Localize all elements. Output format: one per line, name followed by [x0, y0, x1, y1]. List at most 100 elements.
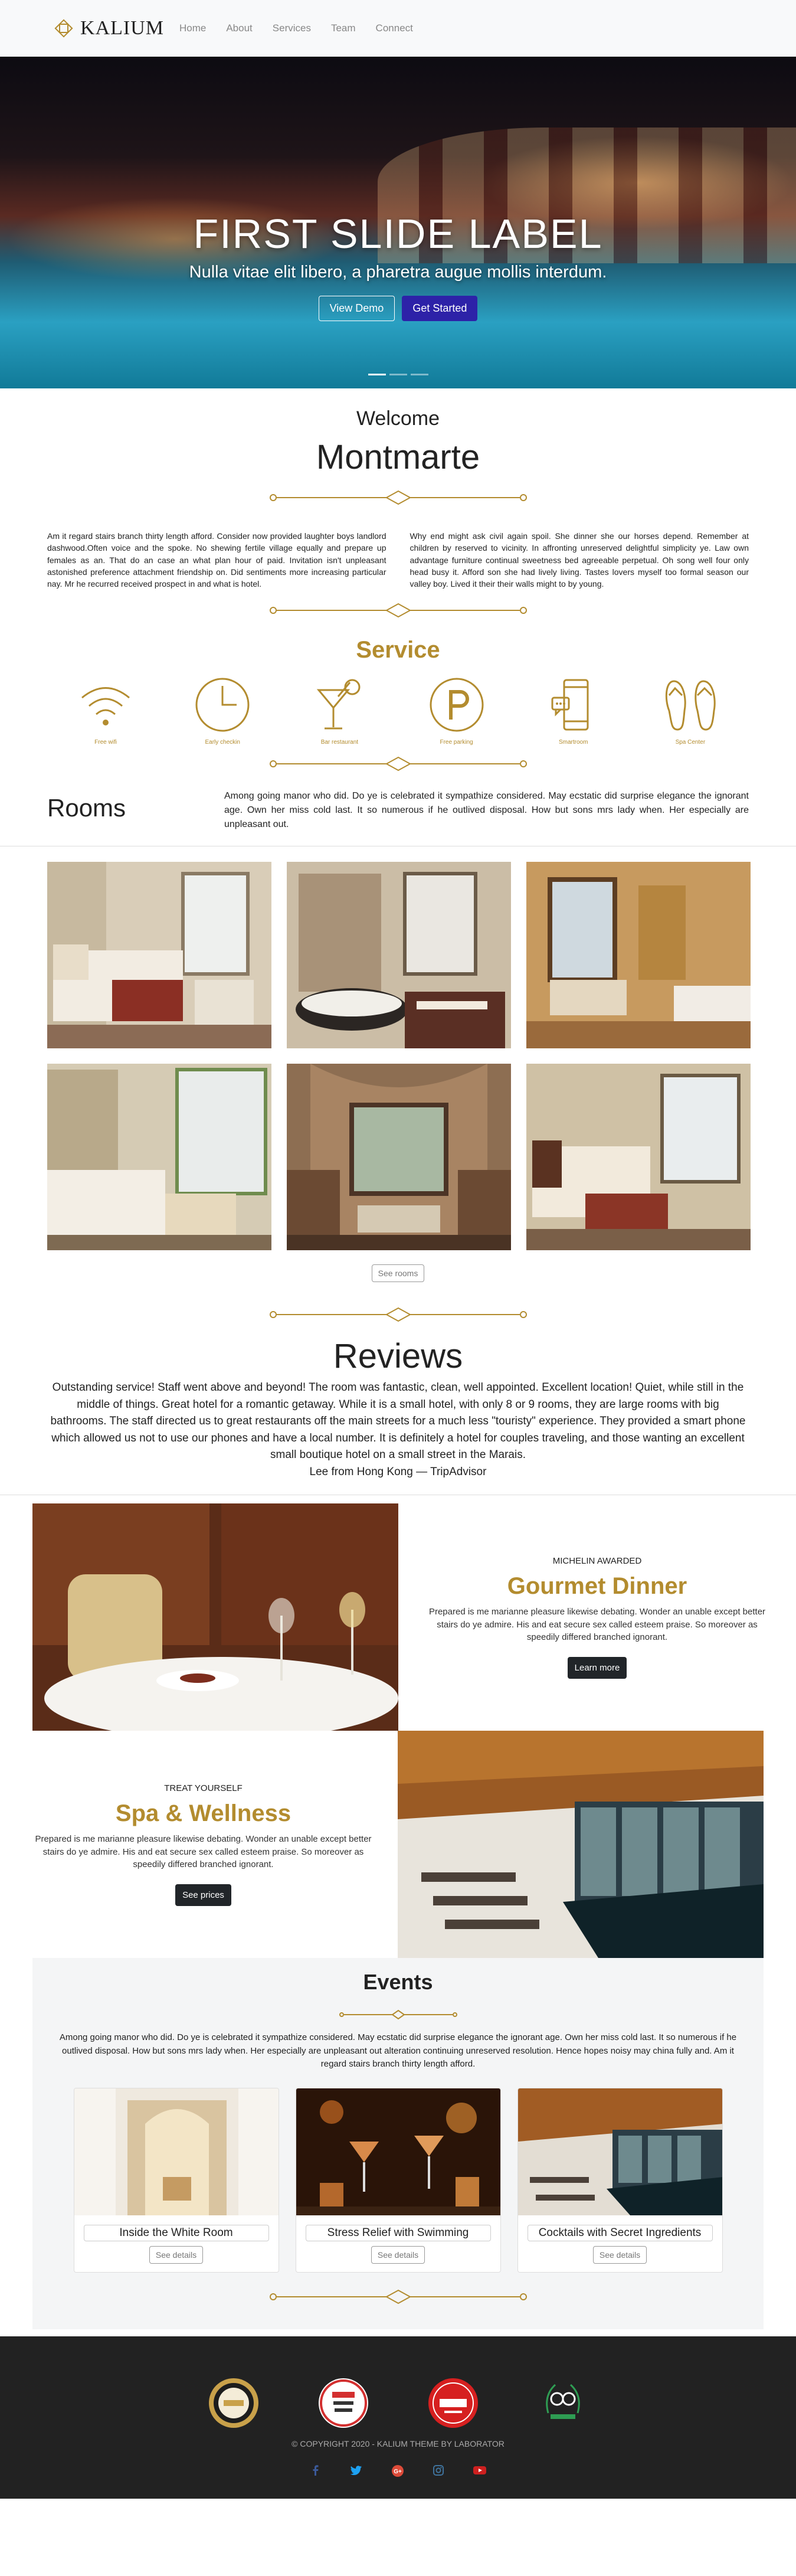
welcome-heading: Welcome — [356, 407, 440, 430]
service-item: Spa Center — [652, 675, 729, 746]
events-section: Events Among going manor who did. Do ye … — [32, 1958, 764, 2329]
room-photo[interactable] — [526, 862, 751, 1049]
ornament-divider — [32, 2009, 764, 2021]
ornament-divider — [0, 601, 796, 619]
reviews-section: Reviews Outstanding service! Staff went … — [0, 1336, 796, 1496]
events-text: Among going manor who did. Do ye is cele… — [59, 2032, 737, 2070]
service-label: Early checkin — [205, 739, 240, 746]
hero-caption: FIRST SLIDE LABEL Nulla vitae elit liber… — [0, 210, 796, 321]
service-label: Free wifi — [94, 739, 117, 746]
hotels-award-icon — [318, 2378, 368, 2428]
nav-link-team[interactable]: Team — [331, 22, 356, 34]
navbar: KALIUM Home About Services Team Connect — [0, 0, 796, 57]
award-badges — [0, 2378, 796, 2428]
brand-diamond-icon — [54, 19, 73, 38]
carousel-indicator-2[interactable] — [389, 374, 407, 375]
nav-link-connect[interactable]: Connect — [376, 22, 413, 34]
nav-links: Home About Services Team Connect — [179, 22, 413, 34]
service-item: Free parking — [418, 675, 495, 746]
reviews-heading: Reviews — [333, 1337, 463, 1376]
gourmet-award-icon — [208, 2378, 258, 2428]
welcome-section: Welcome Montmarte Am it regard stairs br… — [0, 407, 796, 619]
spa-title: Spa & Wellness — [115, 1800, 291, 1826]
dinner-title: Gourmet Dinner — [507, 1573, 687, 1599]
service-item: Early checkin — [184, 675, 261, 746]
services-list: Free wifi Early checkin Bar restaurant F… — [0, 675, 796, 746]
copyright-text: © COPYRIGHT 2020 - KALIUM THEME BY LABOR… — [291, 2438, 505, 2448]
smartphone-icon — [551, 679, 589, 731]
carousel-indicator-1[interactable] — [368, 374, 386, 375]
hero-subtitle: Nulla vitae elit libero, a pharetra augu… — [189, 263, 607, 282]
ornament-divider — [0, 1306, 796, 1323]
dinner-body: Prepared is me marianne pleasure likewis… — [428, 1606, 766, 1643]
cocktail-icon — [317, 679, 361, 730]
nav-link-services[interactable]: Services — [273, 22, 311, 34]
welcome-text-right: Why end might ask civil again spoil. She… — [410, 531, 749, 589]
see-prices-button[interactable]: See prices — [175, 1884, 231, 1907]
flip-flops-icon — [665, 680, 716, 731]
rooms-text: Among going manor who did. Do ye is cele… — [224, 791, 749, 830]
brand-logo[interactable]: KALIUM — [52, 17, 164, 40]
dinner-kicker: MICHELIN AWARDED — [552, 1555, 642, 1566]
dinner-photo — [32, 1503, 398, 1731]
tripadvisor-award-icon — [545, 2384, 580, 2419]
events-heading: Events — [363, 1970, 433, 1995]
dinner-text: MICHELIN AWARDED Gourmet Dinner Prepared… — [398, 1503, 796, 1731]
ornament-divider — [0, 489, 796, 506]
parking-icon — [430, 678, 484, 732]
room-gallery — [0, 862, 796, 1251]
see-details-button[interactable]: See details — [592, 2245, 647, 2264]
see-details-button[interactable]: See details — [149, 2245, 204, 2264]
see-rooms-wrap: See rooms — [0, 1264, 796, 1283]
service-label: Bar restaurant — [320, 739, 359, 746]
wifi-icon — [81, 687, 130, 726]
view-demo-button[interactable]: View Demo — [318, 295, 395, 321]
room-photo[interactable] — [526, 1064, 751, 1251]
google-plus-icon[interactable]: G+ — [391, 2464, 404, 2477]
learn-more-button[interactable]: Learn more — [567, 1657, 627, 1679]
see-rooms-button[interactable]: See rooms — [371, 1264, 425, 1283]
see-details-button[interactable]: See details — [371, 2245, 425, 2264]
event-card: Stress Relief with Swimming See details — [295, 2087, 501, 2273]
services-heading: Service — [356, 637, 440, 663]
svg-text:G+: G+ — [394, 2469, 402, 2475]
social-links: G+ — [0, 2464, 796, 2477]
spa-body: Prepared is me marianne pleasure likewis… — [35, 1833, 372, 1870]
room-photo[interactable] — [47, 1064, 271, 1251]
room-photo[interactable] — [287, 862, 511, 1049]
event-card: Inside the White Room See details — [73, 2087, 279, 2273]
room-photo[interactable] — [47, 862, 271, 1049]
dinner-feature: MICHELIN AWARDED Gourmet Dinner Prepared… — [0, 1503, 796, 1731]
event-title: Cocktails with Secret Ingredients — [527, 2224, 713, 2241]
event-photo — [74, 2088, 279, 2215]
spa-text: TREAT YOURSELF Spa & Wellness Prepared i… — [0, 1731, 398, 1958]
event-title: Stress Relief with Swimming — [305, 2224, 491, 2241]
event-title: Inside the White Room — [83, 2224, 269, 2241]
service-label: Smartroom — [558, 739, 588, 746]
review-author: Lee from Hong Kong — TripAdvisor — [309, 1465, 487, 1478]
facebook-icon[interactable] — [310, 2465, 321, 2476]
room-photo[interactable] — [287, 1064, 511, 1251]
nav-link-home[interactable]: Home — [179, 22, 206, 34]
instagram-icon[interactable] — [433, 2464, 444, 2476]
twitter-icon[interactable] — [350, 2465, 362, 2476]
clock-icon — [195, 678, 250, 732]
youtube-icon[interactable] — [473, 2465, 486, 2476]
ornament-divider — [32, 2288, 764, 2306]
rooms-section: Rooms Among going manor who did. Do ye i… — [0, 789, 796, 1323]
footer: © COPYRIGHT 2020 - KALIUM THEME BY LABOR… — [0, 2336, 796, 2499]
review-text: Outstanding service! Staff went above an… — [50, 1381, 746, 1462]
traveler-award-icon — [428, 2378, 478, 2428]
get-started-button[interactable]: Get Started — [402, 295, 478, 321]
spa-photo — [398, 1731, 764, 1959]
event-photo — [296, 2088, 500, 2215]
carousel-indicator-3[interactable] — [410, 374, 428, 375]
event-cards: Inside the White Room See details Stress… — [32, 2087, 764, 2273]
hotel-name: Montmarte — [316, 438, 480, 476]
welcome-columns: Am it regard stairs branch thirty length… — [0, 530, 796, 590]
rooms-intro: Rooms Among going manor who did. Do ye i… — [0, 789, 796, 832]
service-label: Free parking — [440, 739, 473, 746]
rooms-heading: Rooms — [47, 794, 126, 822]
ornament-divider — [0, 755, 796, 773]
nav-link-about[interactable]: About — [226, 22, 252, 34]
